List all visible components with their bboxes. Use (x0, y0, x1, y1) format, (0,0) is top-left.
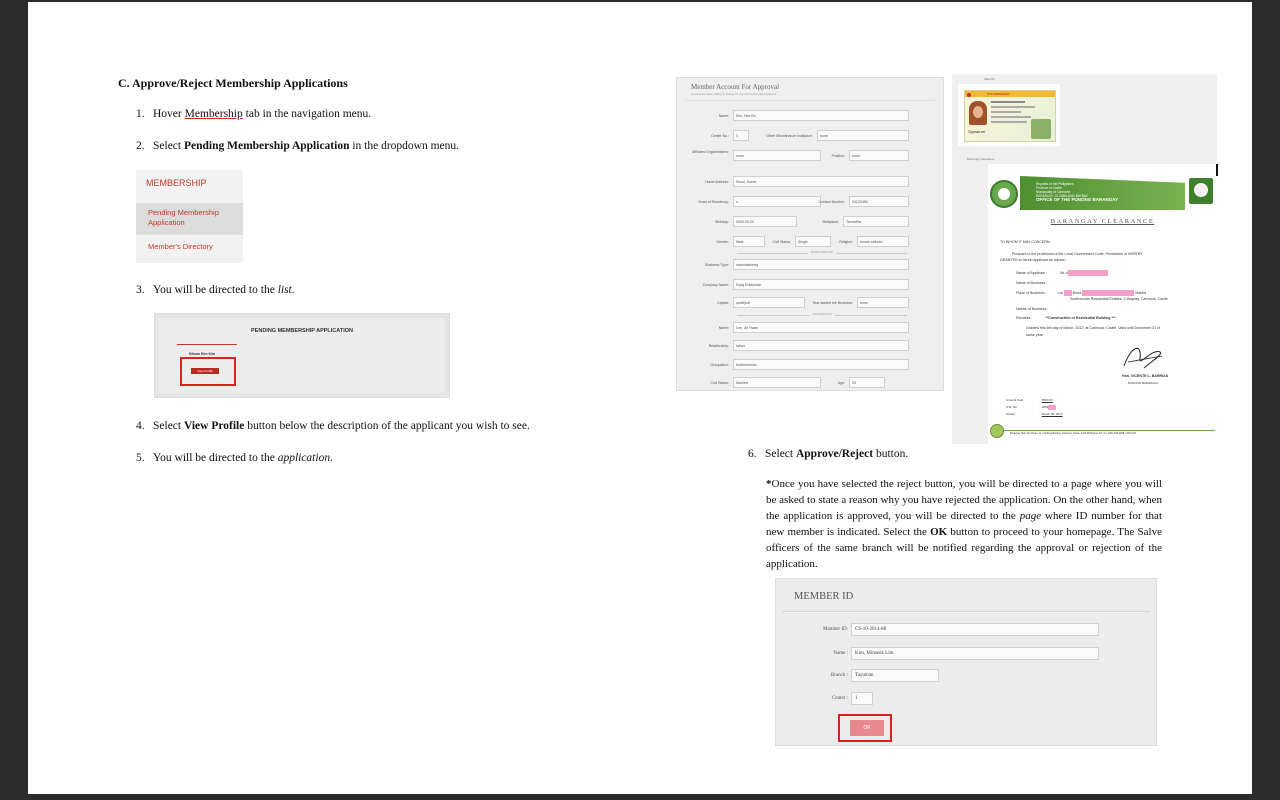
ok-highlight-box (838, 714, 892, 742)
signature-icon (1123, 348, 1163, 369)
document-page: C. Approve/Reject Membership Application… (28, 2, 1252, 794)
step-2: 2. Select Pending Membership Application … (136, 140, 460, 152)
branch-field[interactable]: Tayuman (851, 669, 939, 682)
menu-header: MEMBERSHIP (146, 178, 207, 188)
step-6: 6. Select Approve/Reject button. (748, 448, 909, 460)
instruction-paragraph: *Once you have selected the reject butto… (766, 478, 1162, 570)
step-1: 1. Hover Membership tab in the navigation… (136, 108, 372, 120)
menu-item-pending[interactable]: Pending Membership Application (136, 203, 243, 235)
valid-id-card: NON-RESIDENT Signature (958, 84, 1060, 146)
member-form-screenshot: Member Account For Approval Contact the … (676, 77, 944, 391)
step-4: 4. Select View Profile button below the d… (136, 420, 530, 432)
barangay-clearance: Republic of the Philippines Province of … (988, 164, 1218, 444)
membership-menu-screenshot: MEMBERSHIP Pending Membership Applicatio… (136, 170, 243, 263)
form-title: Member Account For Approval (691, 83, 780, 91)
step-3: 3. You will be directed to the list. (136, 284, 295, 296)
center-field[interactable]: 1 (851, 692, 873, 705)
menu-item-directory[interactable]: Member's Directory (148, 242, 213, 251)
applicant-name: Kibum Kim Kim (189, 352, 216, 356)
member-id-title: MEMBER ID (794, 591, 854, 602)
municipal-logo-icon (1189, 178, 1213, 204)
member-id-field[interactable]: CS-10-2014-88 (851, 623, 1099, 636)
name-field[interactable]: Kim, Hee Bo (733, 110, 909, 121)
highlight-box (180, 357, 236, 386)
documents-screenshot: Valid ID: NON-RESIDENT Signature Baranga… (952, 74, 1218, 444)
member-name-field[interactable]: Kim, Minseok Lim (851, 647, 1099, 660)
footer-seal-icon (990, 424, 1004, 438)
step-5: 5. You will be directed to the applicatio… (136, 452, 333, 464)
id-photo (969, 101, 987, 125)
member-id-screenshot: MEMBER ID Member ID: CS-10-2014-88 Name … (775, 578, 1157, 746)
pending-title: PENDING MEMBERSHIP APPLICATION (251, 328, 353, 334)
section-title: C. Approve/Reject Membership Application… (118, 76, 348, 90)
barangay-seal-icon (990, 180, 1018, 208)
